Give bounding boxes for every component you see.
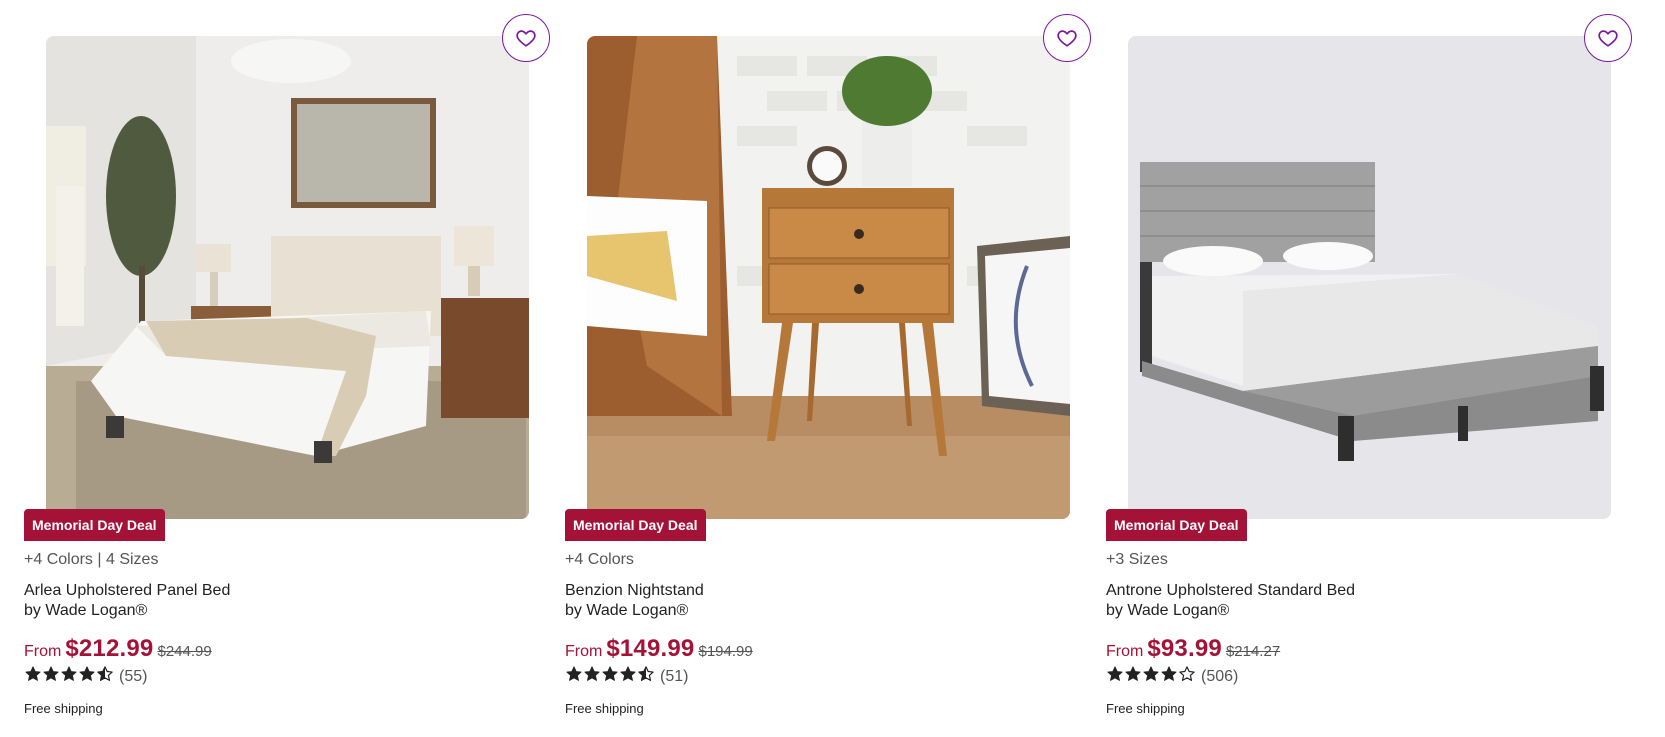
stars-container: [1106, 665, 1196, 688]
price-prefix: From: [565, 643, 603, 660]
star-half-icon: [638, 666, 654, 681]
star-filled-icon: [620, 666, 636, 681]
favorite-button[interactable]: [1584, 14, 1632, 62]
deal-badge: Memorial Day Deal: [565, 509, 706, 541]
star-outline-icon: [1179, 666, 1195, 681]
bed-room-illustration: [46, 36, 529, 519]
product-brand: by Wade Logan®: [565, 602, 689, 619]
product-image-bed[interactable]: [46, 36, 529, 519]
deal-badge: Memorial Day Deal: [1106, 509, 1247, 541]
stars-container: [24, 665, 114, 688]
star-filled-icon: [1107, 666, 1123, 681]
price-prefix: From: [24, 643, 62, 660]
star-rating: (506): [1106, 665, 1238, 688]
price-prefix: From: [1106, 643, 1144, 660]
gray-bed-illustration: [1128, 36, 1611, 519]
product-options: +3 Sizes: [1106, 551, 1168, 568]
star-filled-icon: [1161, 666, 1177, 681]
product-brand: by Wade Logan®: [24, 602, 148, 619]
product-name[interactable]: Antrone Upholstered Standard Bed: [1106, 580, 1355, 601]
product-card[interactable]: Memorial Day Deal +3 Sizes Antrone Uphol…: [1106, 0, 1648, 737]
product-name[interactable]: Arlea Upholstered Panel Bed: [24, 580, 230, 601]
price-row: From $149.99 $194.99: [565, 635, 753, 663]
sale-price: $212.99: [65, 635, 154, 662]
product-brand: by Wade Logan®: [1106, 602, 1230, 619]
star-rating: (51): [565, 665, 688, 688]
star-filled-icon: [566, 666, 582, 681]
original-price: $194.99: [698, 643, 753, 660]
product-options: +4 Colors: [565, 551, 634, 568]
price-row: From $93.99 $214.27: [1106, 635, 1280, 663]
original-price: $244.99: [157, 643, 212, 660]
price-row: From $212.99 $244.99: [24, 635, 212, 663]
product-name[interactable]: Benzion Nightstand: [565, 580, 704, 601]
star-filled-icon: [1143, 666, 1159, 681]
star-filled-icon: [61, 666, 77, 681]
deal-badge: Memorial Day Deal: [24, 509, 165, 541]
star-filled-icon: [584, 666, 600, 681]
favorite-button[interactable]: [1043, 14, 1091, 62]
sale-price: $93.99: [1147, 635, 1222, 662]
stars-container: [565, 665, 655, 688]
product-options: +4 Colors | 4 Sizes: [24, 551, 159, 568]
shipping-info: Free shipping: [565, 701, 644, 716]
star-filled-icon: [1125, 666, 1141, 681]
original-price: $214.27: [1225, 643, 1281, 660]
review-count[interactable]: (51): [660, 668, 688, 686]
product-grid: Memorial Day Deal +4 Colors | 4 Sizes Ar…: [0, 0, 1665, 737]
star-filled-icon: [43, 666, 59, 681]
review-count[interactable]: (55): [119, 668, 147, 686]
shipping-info: Free shipping: [24, 701, 103, 716]
star-half-icon: [97, 666, 113, 681]
nightstand-illustration: [587, 36, 1070, 519]
shipping-info: Free shipping: [1106, 701, 1185, 716]
favorite-button[interactable]: [502, 14, 550, 62]
product-image-nightstand[interactable]: [587, 36, 1070, 519]
star-filled-icon: [25, 666, 41, 681]
star-filled-icon: [602, 666, 618, 681]
heart-outline-icon: [516, 30, 536, 47]
heart-outline-icon: [1057, 30, 1077, 47]
star-rating: (55): [24, 665, 147, 688]
product-card[interactable]: Memorial Day Deal +4 Colors | 4 Sizes Ar…: [24, 0, 566, 737]
product-card[interactable]: Memorial Day Deal +4 Colors Benzion Nigh…: [565, 0, 1107, 737]
star-filled-icon: [79, 666, 95, 681]
review-count[interactable]: (506): [1201, 668, 1238, 686]
product-image-gray-bed[interactable]: [1128, 36, 1611, 519]
sale-price: $149.99: [606, 635, 695, 662]
heart-outline-icon: [1598, 30, 1618, 47]
